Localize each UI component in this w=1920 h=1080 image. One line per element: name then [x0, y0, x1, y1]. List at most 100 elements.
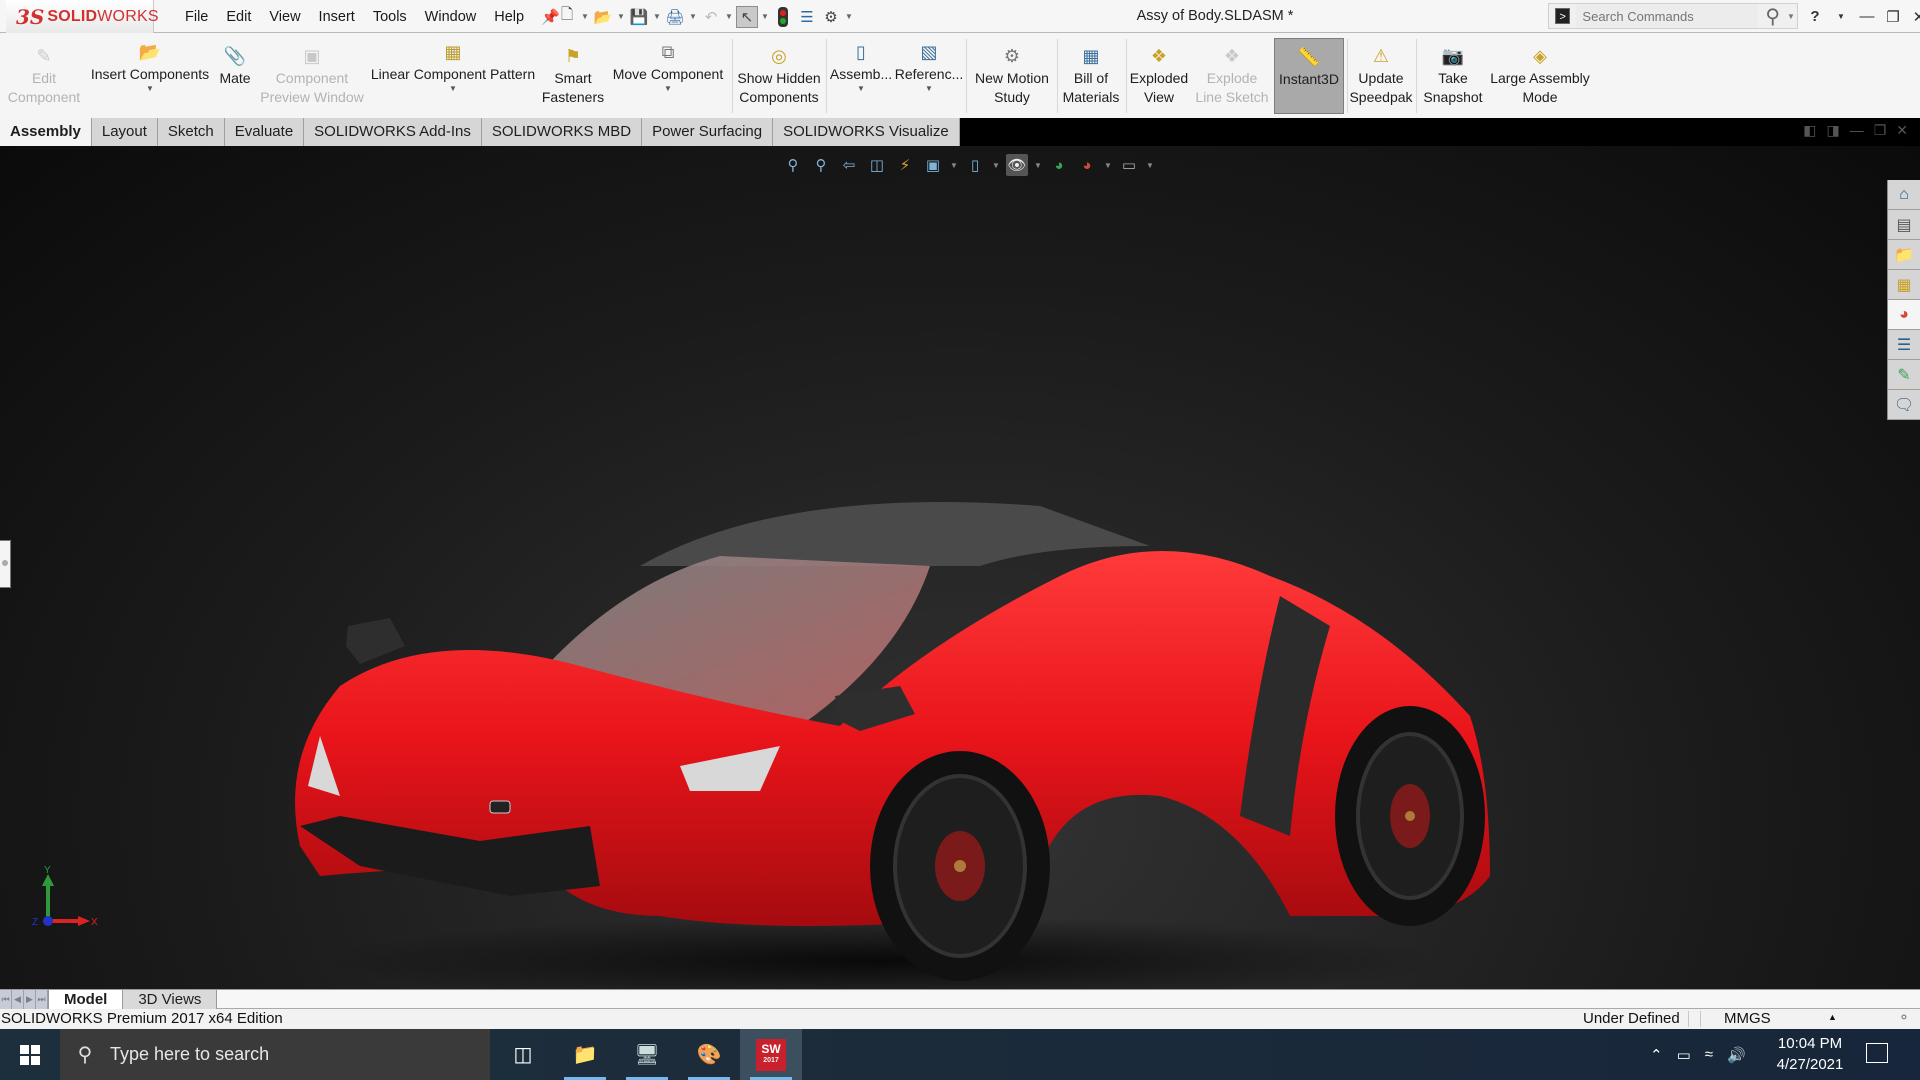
solidworks-forum-icon[interactable]: ✎ [1888, 360, 1920, 390]
new-document-icon[interactable]: 🗋 [556, 6, 578, 28]
doc-restore-icon[interactable]: ❐ [1874, 122, 1887, 139]
previous-view-icon[interactable]: ⇦ [838, 154, 860, 176]
restore-icon[interactable]: ❐ [1880, 8, 1906, 26]
linear-component-pattern-button[interactable]: ▦ Linear Component Pattern ▼ [368, 33, 538, 118]
file-explorer-icon[interactable]: 📁 [1888, 240, 1920, 270]
feature-manager-flyout-handle[interactable] [0, 540, 11, 588]
select-dropdown-icon[interactable]: ▼ [760, 12, 770, 21]
open-folder-icon[interactable]: 📂 [592, 6, 614, 28]
insert-components-dropdown-icon[interactable]: ▼ [146, 84, 154, 94]
tile-right-icon[interactable]: ◨ [1826, 122, 1839, 139]
scroll-first-icon[interactable]: ⏮ [0, 990, 12, 1009]
insert-components-button[interactable]: 📂 Insert Components ▼ [88, 33, 212, 118]
explode-line-sketch-button[interactable]: ❖ Explode Line Sketch [1192, 33, 1272, 118]
tab-solidworks-add-ins[interactable]: SOLIDWORKS Add-Ins [304, 118, 482, 146]
help-dropdown-icon[interactable]: ▼ [1828, 12, 1854, 21]
tab-solidworks-visualize[interactable]: SOLIDWORKS Visualize [773, 118, 960, 146]
display-style-dropdown-icon[interactable]: ▼ [992, 161, 1000, 170]
search-icon[interactable]: ⚲ [1758, 4, 1787, 29]
solidworks-taskbar-icon[interactable]: SW 2017 [740, 1029, 802, 1080]
hide-show-items-icon[interactable]: 👁 [1006, 154, 1028, 176]
reference-geometry-dropdown-icon[interactable]: ▼ [925, 84, 933, 94]
tab-solidworks-mbd[interactable]: SOLIDWORKS MBD [481, 118, 643, 146]
task-manager-icon[interactable]: 🖥 [616, 1029, 678, 1080]
move-component-button[interactable]: ⧉ Move Component ▼ [608, 33, 728, 118]
rebuild-tag-icon[interactable]: ⚬ [1898, 1009, 1910, 1026]
update-speedpak-button[interactable]: ⚠ Update Speedpak [1348, 33, 1414, 118]
file-properties-icon[interactable]: ☰ [796, 6, 818, 28]
options-dropdown-icon[interactable]: ▼ [844, 12, 854, 21]
save-icon[interactable]: 💾 [628, 6, 650, 28]
mate-button[interactable]: 📎 Mate [214, 33, 256, 118]
undo-icon[interactable]: ↶ [700, 6, 722, 28]
show-hidden-components-button[interactable]: ◎ Show Hidden Components [734, 33, 824, 118]
menu-edit[interactable]: Edit [217, 9, 260, 25]
select-pointer-icon[interactable]: ↖ [736, 5, 758, 28]
tab-layout[interactable]: Layout [91, 118, 158, 146]
section-view-icon[interactable]: ◫ [866, 154, 888, 176]
assembly-features-button[interactable]: ▯ Assemb... ▼ [828, 33, 894, 118]
tab-power-surfacing[interactable]: Power Surfacing [642, 118, 774, 146]
view-settings-dropdown-icon[interactable]: ▼ [1146, 161, 1154, 170]
instant3d-button[interactable]: 📏 Instant3D [1274, 38, 1344, 114]
menu-help[interactable]: Help [485, 9, 533, 25]
edit-component-button[interactable]: ✎ Edit Component [4, 33, 84, 118]
volume-icon[interactable]: 🔊 [1727, 1046, 1746, 1064]
tab-assembly[interactable]: Assembly [0, 118, 92, 146]
tab-model[interactable]: Model [49, 990, 124, 1009]
open-dropdown-icon[interactable]: ▼ [616, 12, 626, 21]
reference-geometry-button[interactable]: ▧ Referenc... ▼ [895, 33, 963, 118]
bill-of-materials-button[interactable]: ▦ Bill of Materials [1058, 33, 1124, 118]
zoom-to-area-icon[interactable]: ⚲ [810, 154, 832, 176]
graphics-area[interactable]: ⚲ ⚲ ⇦ ◫ ⚡ ▣ ▼ ▯ ▼ 👁 ▼ ◕ ◕ ▼ ▭ ▼ ⌂ ▤ 📁 ▦ ◕ ☰ ✎… [0, 146, 1920, 989]
smart-fasteners-button[interactable]: ⚑ Smart Fasteners [538, 33, 608, 118]
menu-window[interactable]: Window [416, 9, 486, 25]
start-button[interactable] [0, 1029, 60, 1080]
new-dropdown-icon[interactable]: ▼ [580, 12, 590, 21]
task-view-icon[interactable]: ◫ [492, 1029, 554, 1080]
wifi-icon[interactable]: ≈ [1705, 1046, 1713, 1063]
new-motion-study-button[interactable]: ⚙ New Motion Study [968, 33, 1056, 118]
apply-scene-dropdown-icon[interactable]: ▼ [1104, 161, 1112, 170]
dynamic-annotation-icon[interactable]: ⚡ [894, 154, 916, 176]
battery-icon[interactable]: ▭ [1677, 1046, 1691, 1064]
scroll-last-icon[interactable]: ⏭ [36, 990, 48, 1009]
taskbar-search[interactable]: ⚲ Type here to search [60, 1029, 490, 1080]
print-dropdown-icon[interactable]: ▼ [688, 12, 698, 21]
action-center-icon[interactable] [1866, 1043, 1888, 1063]
options-gear-icon[interactable]: ⚙ [820, 6, 842, 28]
menu-insert[interactable]: Insert [310, 9, 364, 25]
menu-view[interactable]: View [260, 9, 309, 25]
solidworks-resources-home-icon[interactable]: ⌂ [1888, 180, 1920, 210]
display-style-icon[interactable]: ▯ [964, 154, 986, 176]
car-model-render[interactable] [280, 396, 1540, 989]
search-dropdown-icon[interactable]: ▼ [1787, 12, 1797, 21]
large-assembly-mode-button[interactable]: ◈ Large Assembly Mode [1488, 33, 1592, 118]
view-settings-icon[interactable]: ▭ [1118, 154, 1140, 176]
zoom-to-fit-icon[interactable]: ⚲ [782, 154, 804, 176]
command-prompt-icon[interactable]: > [1555, 8, 1571, 24]
take-snapshot-button[interactable]: 📷 Take Snapshot [1418, 33, 1488, 118]
assembly-features-dropdown-icon[interactable]: ▼ [857, 84, 865, 94]
system-clock[interactable]: 10:04 PM 4/27/2021 [1770, 1033, 1850, 1075]
custom-properties-icon[interactable]: ☰ [1888, 330, 1920, 360]
discussion-icon[interactable]: 🗨 [1888, 390, 1920, 420]
menu-tools[interactable]: Tools [364, 9, 416, 25]
show-hidden-icons-chevron-icon[interactable]: ⌃ [1650, 1046, 1663, 1064]
file-explorer-taskbar-icon[interactable]: 📁 [554, 1029, 616, 1080]
search-commands-input[interactable] [1576, 4, 1759, 28]
tab-sketch[interactable]: Sketch [157, 118, 225, 146]
minimize-icon[interactable]: — [1854, 8, 1880, 25]
view-orientation-icon[interactable]: ▣ [922, 154, 944, 176]
rebuild-traffic-light-icon[interactable] [772, 6, 794, 28]
menu-file[interactable]: File [176, 9, 217, 25]
component-preview-window-button[interactable]: ▣ Component Preview Window [258, 33, 366, 118]
linear-pattern-dropdown-icon[interactable]: ▼ [449, 84, 457, 94]
help-icon[interactable]: ? [1802, 8, 1828, 25]
doc-close-icon[interactable]: ✕ [1896, 122, 1908, 139]
move-component-dropdown-icon[interactable]: ▼ [664, 84, 672, 94]
edit-appearance-icon[interactable]: ◕ [1048, 154, 1070, 176]
view-orientation-dropdown-icon[interactable]: ▼ [950, 161, 958, 170]
scroll-next-icon[interactable]: ▶ [24, 990, 36, 1009]
apply-scene-icon[interactable]: ◕ [1076, 154, 1098, 176]
